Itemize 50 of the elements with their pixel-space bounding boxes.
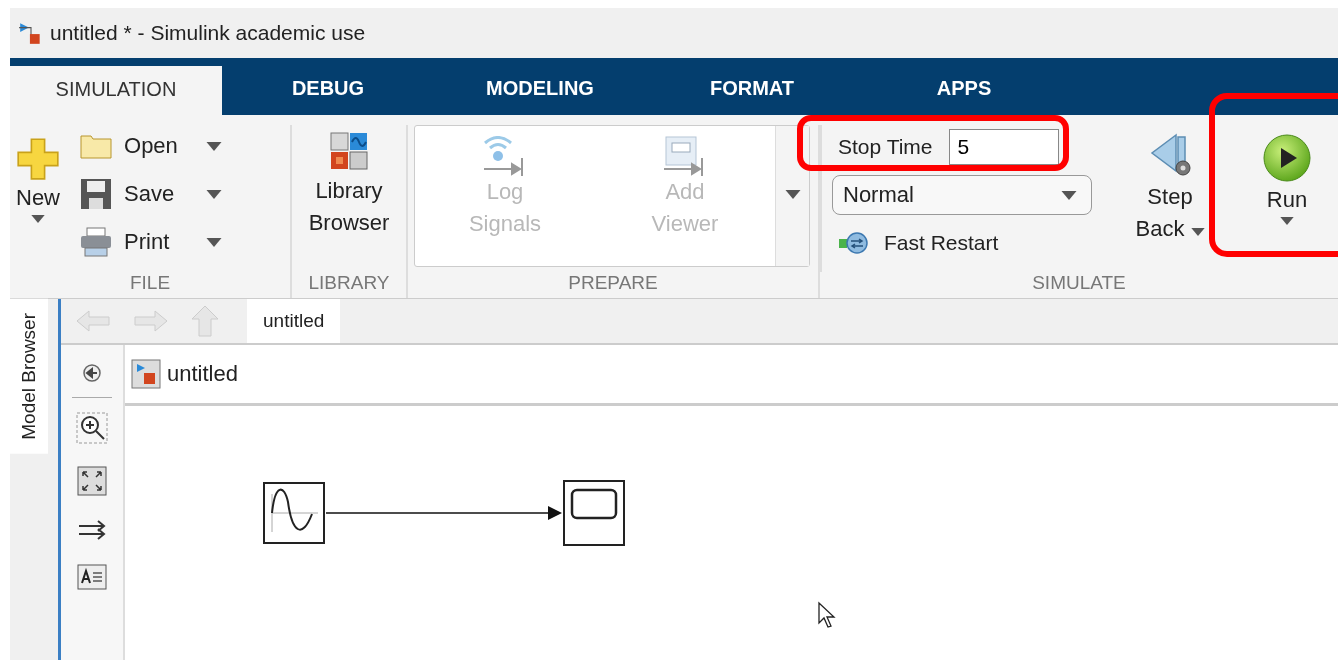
play-icon [1262,133,1312,183]
run-button[interactable]: Run [1256,125,1318,272]
printer-icon [80,227,112,257]
back-circle-icon[interactable] [82,363,102,383]
fit-to-view-icon[interactable] [77,466,107,496]
plus-icon [16,137,60,181]
section-label: LIBRARY [308,272,390,295]
ribbon-tab[interactable]: APPS [858,77,1070,115]
fast-restart-icon [838,231,870,255]
breadcrumb-link[interactable]: untitled [167,361,238,387]
folder-icon [80,133,112,159]
section-label: SIMULATE [1032,272,1126,295]
window-title: untitled * - Simulink academic use [50,21,366,45]
step-back-icon [1148,133,1192,177]
double-arrow-icon[interactable] [77,518,107,542]
annotation-icon[interactable] [77,564,107,590]
mouse-pointer-icon [817,601,837,629]
section-label: FILE [129,272,171,295]
caret-icon [1190,228,1205,236]
scope-block[interactable] [563,480,625,546]
caret-icon [31,215,45,223]
file-menu-button[interactable]: Print [80,221,222,263]
ribbon-tab[interactable]: DEBUG [222,77,434,115]
file-menu-button[interactable]: Save [80,173,222,215]
signal-line[interactable] [325,506,562,520]
library-browser-button[interactable]: Library Browser [292,125,406,272]
fast-restart-button[interactable]: Fast Restart [832,221,1102,265]
file-menu-button[interactable]: Open [80,125,222,167]
caret-icon [784,190,801,199]
stop-time-label: Stop Time [838,135,933,159]
section-label: PREPARE [568,272,658,295]
caret-icon [206,189,222,199]
simulation-mode-dropdown[interactable]: Normal [832,175,1092,215]
caret-icon [1061,190,1077,200]
step-back-button[interactable]: Step Back [1124,125,1216,272]
ribbon-tab[interactable]: MODELING [434,77,646,115]
new-button[interactable]: New [10,125,66,272]
model-browser-tab[interactable]: Model Browser [10,299,48,454]
caret-icon [206,237,222,247]
model-tab[interactable]: untitled [247,299,341,343]
library-grid-icon [329,131,369,171]
gallery-expand-button[interactable] [775,126,809,266]
ribbon-tab[interactable]: SIMULATION [10,66,222,115]
caret-icon [1280,217,1294,225]
stop-time-field[interactable]: 5 [948,129,1059,165]
zoom-in-icon[interactable] [76,412,108,444]
sine-wave-block[interactable] [263,482,325,544]
model-icon [131,359,161,389]
ribbon-tab[interactable]: FORMAT [646,77,858,115]
caret-icon [206,141,222,151]
